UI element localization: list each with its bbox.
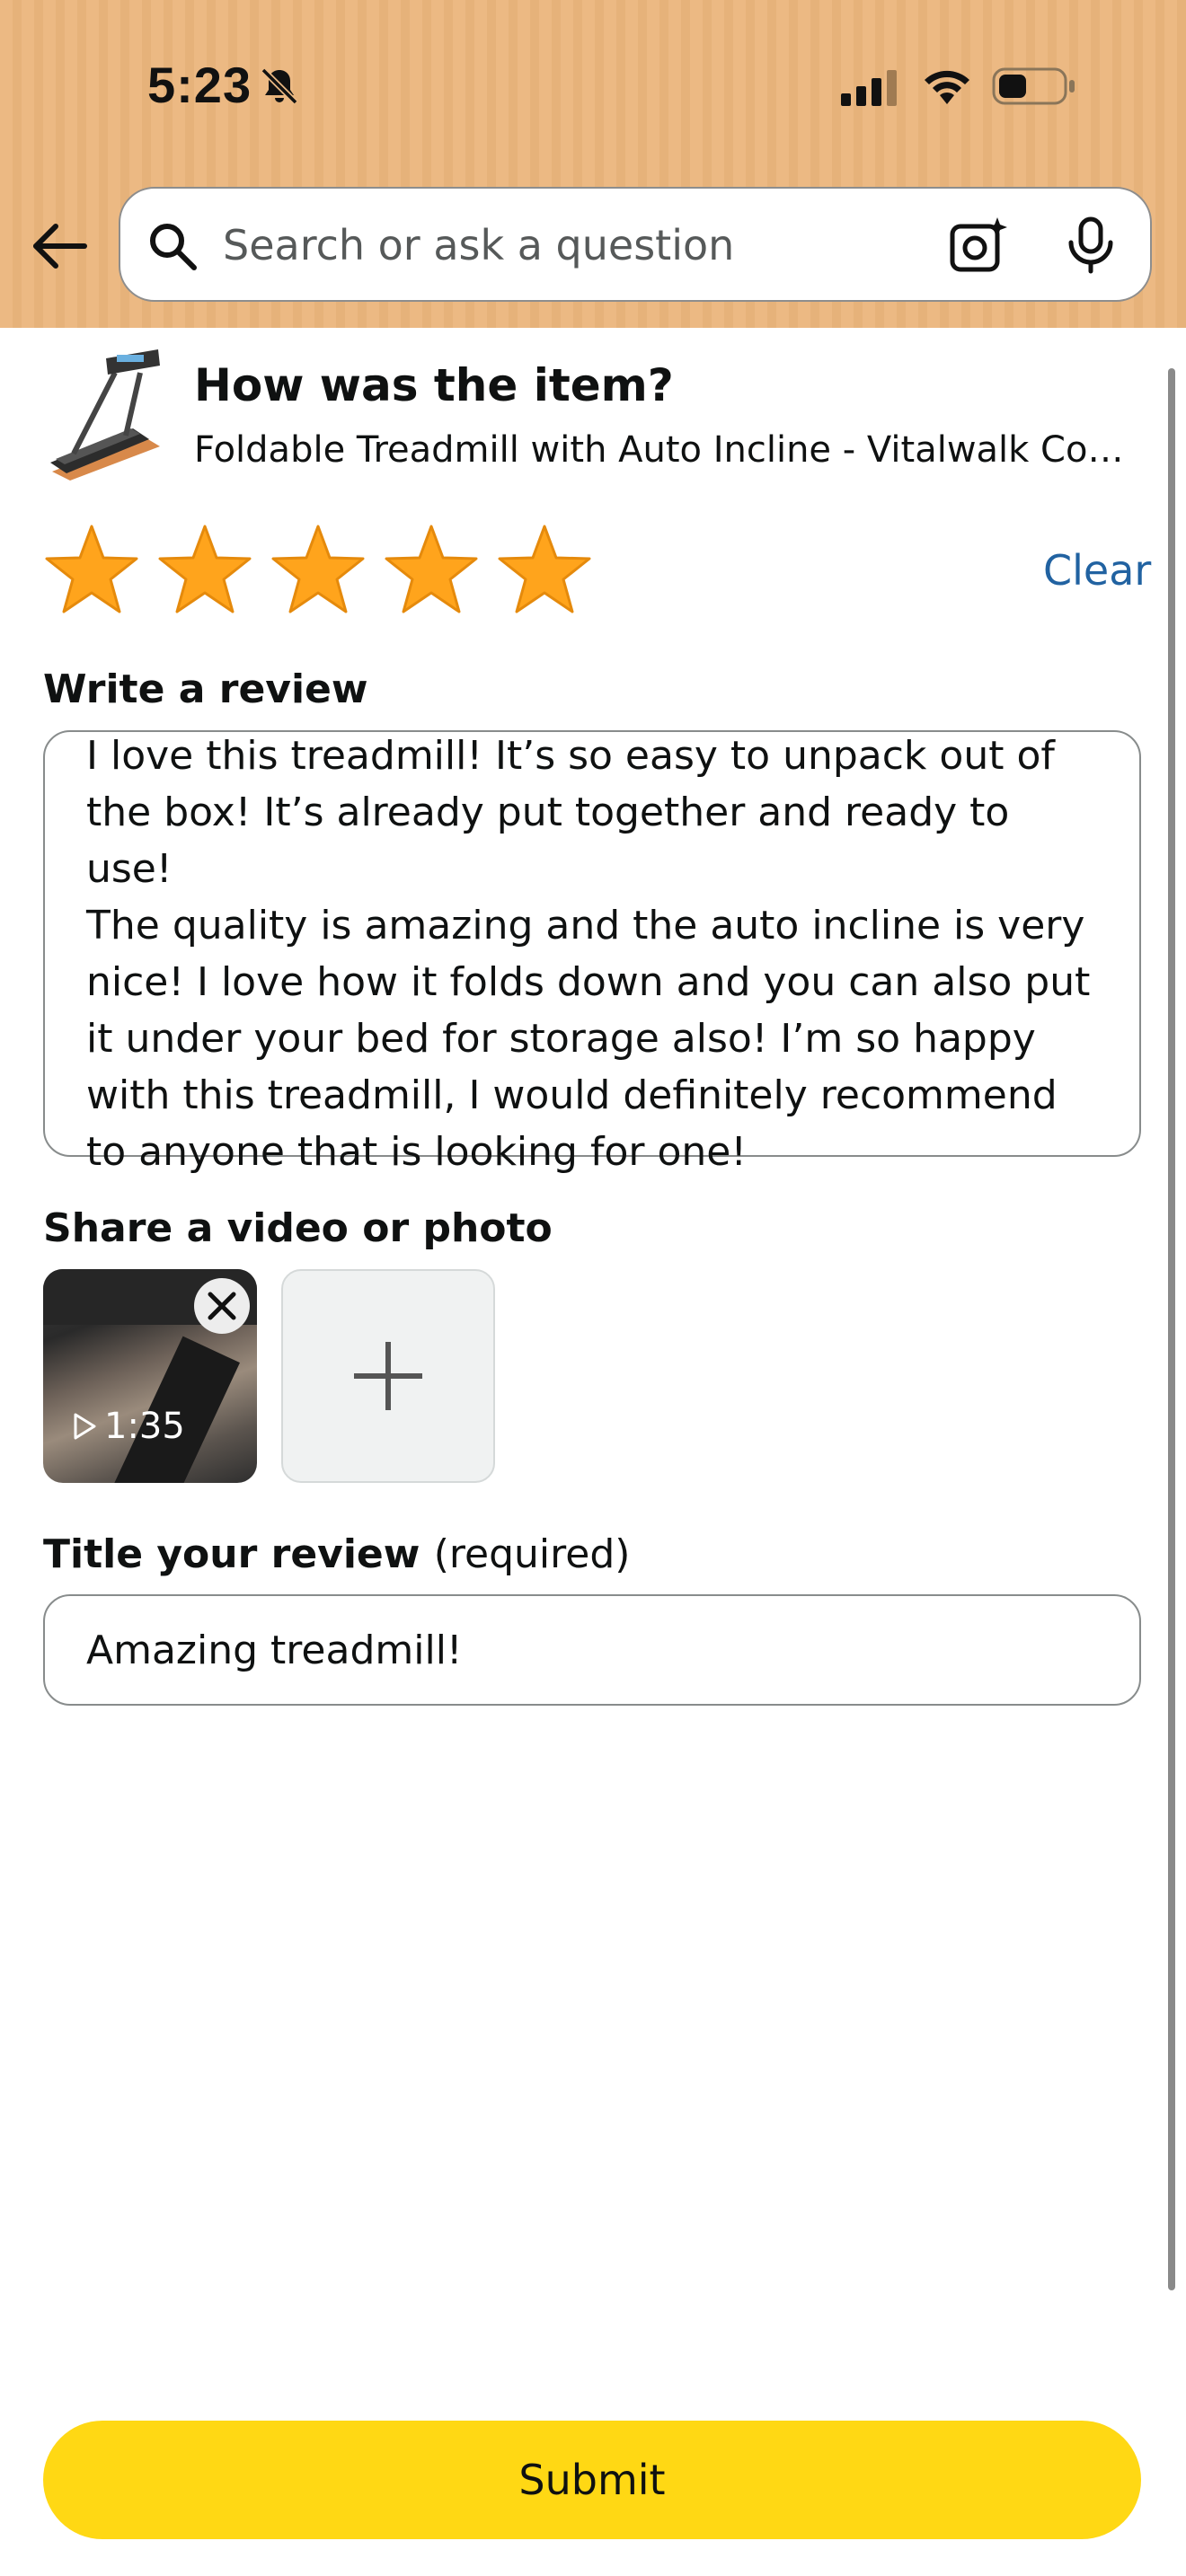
video-thumbnail[interactable]: 1:35 — [43, 1269, 257, 1483]
review-textarea[interactable]: I love this treadmill! It’s so easy to u… — [43, 730, 1141, 1175]
product-image — [50, 349, 160, 481]
product-question: How was the item? — [194, 359, 674, 411]
scrollbar[interactable] — [1168, 368, 1175, 2290]
star-4-icon[interactable] — [381, 521, 482, 622]
back-arrow-icon[interactable] — [31, 219, 88, 273]
app-header: 5:23 Search or ask a question — [0, 0, 1186, 328]
title-label-text: Title your review — [43, 1531, 420, 1577]
battery-icon — [992, 67, 1075, 105]
remove-video-button[interactable] — [194, 1278, 250, 1334]
search-icon — [150, 224, 197, 270]
product-name[interactable]: Foldable Treadmill with Auto Incline - V… — [194, 429, 1128, 471]
title-section-label: Title your review (required) — [43, 1531, 630, 1577]
star-rating[interactable] — [41, 521, 595, 622]
clear-rating-button[interactable]: Clear — [1043, 546, 1151, 595]
microphone-icon[interactable] — [1064, 216, 1118, 275]
star-2-icon[interactable] — [155, 521, 255, 622]
video-duration-text: 1:35 — [104, 1406, 185, 1447]
star-3-icon[interactable] — [268, 521, 368, 622]
search-input[interactable]: Search or ask a question — [223, 221, 734, 269]
plus-icon — [354, 1342, 422, 1410]
review-section-label: Write a review — [43, 666, 368, 712]
media-section-label: Share a video or photo — [43, 1205, 553, 1251]
star-5-icon[interactable] — [494, 521, 595, 622]
star-1-icon[interactable] — [41, 521, 142, 622]
submit-label: Submit — [518, 2456, 666, 2504]
status-time: 5:23 — [147, 57, 252, 113]
camera-lens-icon[interactable] — [947, 214, 1010, 277]
search-bar[interactable]: Search or ask a question — [119, 187, 1152, 302]
review-text[interactable]: I love this treadmill! It’s so easy to u… — [86, 728, 1098, 1180]
add-media-button[interactable] — [281, 1269, 495, 1483]
play-icon — [74, 1413, 96, 1440]
cellular-signal-icon — [841, 70, 897, 106]
title-input[interactable]: Amazing treadmill! — [43, 1594, 1141, 1706]
video-duration: 1:35 — [72, 1406, 185, 1447]
bell-slash-icon — [261, 67, 298, 105]
required-note: (required) — [433, 1531, 631, 1577]
submit-button[interactable]: Submit — [43, 2421, 1141, 2539]
title-input-value[interactable]: Amazing treadmill! — [86, 1628, 463, 1673]
close-icon — [208, 1292, 236, 1320]
wifi-icon — [925, 70, 969, 104]
